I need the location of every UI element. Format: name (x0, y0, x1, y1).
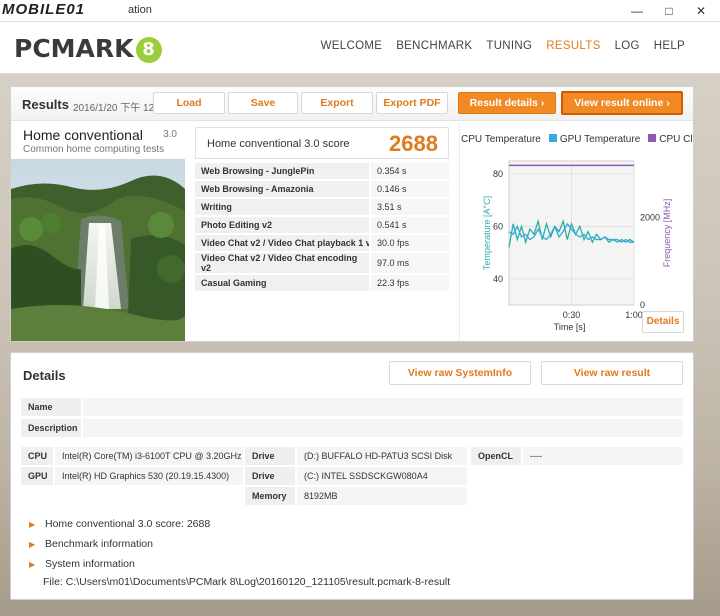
opencl-label: OpenCL (471, 447, 521, 465)
overall-score: Home conventional 3.0 score 2688 (195, 127, 449, 159)
subscore-value: 30.0 fps (369, 235, 449, 251)
export-button[interactable]: Export (301, 92, 373, 114)
drive-label: Drive (245, 467, 295, 485)
nav-help[interactable]: HELP (647, 40, 692, 52)
benchmark-image (11, 159, 185, 341)
subscore-value: 0.146 s (369, 181, 449, 197)
main-nav: WELCOME BENCHMARK TUNING RESULTS LOG HEL… (314, 40, 692, 52)
chevron-right-icon: ▶ (29, 520, 36, 529)
y2-axis-label: Frequency [MHz] (662, 199, 672, 268)
y-tick-label: 60 (493, 221, 503, 231)
view-raw-result-button[interactable]: View raw result (541, 361, 683, 385)
nav-log[interactable]: LOG (608, 40, 647, 52)
gpu-label: GPU (21, 467, 53, 485)
view-result-online-button[interactable]: View result online › (561, 91, 683, 115)
view-raw-systeminfo-button[interactable]: View raw SystemInfo (389, 361, 531, 385)
table-row: Web Browsing - Amazonia 0.146 s (195, 181, 449, 197)
load-button[interactable]: Load (153, 92, 225, 114)
table-row: Casual Gaming 22.3 fps (195, 275, 449, 291)
subscore-name: Writing (195, 199, 369, 215)
benchmark-subtitle: Common home computing tests (23, 144, 165, 155)
subscore-name: Video Chat v2 / Video Chat playback 1 v (195, 235, 369, 251)
nav-tuning[interactable]: TUNING (479, 40, 539, 52)
cpu-label: CPU (21, 447, 53, 465)
drive-label: Drive (245, 447, 295, 465)
y2-tick-label: 0 (640, 300, 645, 310)
table-row: Writing 3.51 s (195, 199, 449, 215)
results-title: Results (22, 97, 69, 112)
app-header: PCMARK 8 WELCOME BENCHMARK TUNING RESULTS… (0, 22, 720, 74)
subscore-value: 0.541 s (369, 217, 449, 233)
table-row: Web Browsing - JunglePin 0.354 s (195, 163, 449, 179)
x-tick-label: 0:30 (563, 310, 581, 320)
file-path: File: C:\Users\m01\Documents\PCMark 8\Lo… (43, 576, 451, 588)
cpu-value: Intel(R) Core(TM) i3-6100T CPU @ 3.20GHz (55, 447, 243, 465)
minimize-icon[interactable]: — (627, 3, 647, 19)
subscore-name: Web Browsing - JunglePin (195, 163, 369, 179)
benchmark-card: Home conventional 3.0 Common home comput… (11, 123, 185, 341)
chevron-right-icon: ▶ (29, 540, 36, 549)
x-axis-label: Time [s] (554, 322, 586, 332)
chart-svg: 80 60 40 2000 0 0:30 1:00 Time [s] Temperature [… (482, 160, 672, 332)
memory-label: Memory (245, 487, 295, 505)
expander-system-info[interactable]: ▶ System information (21, 556, 683, 573)
details-title: Details (23, 368, 66, 383)
save-button[interactable]: Save (228, 92, 298, 114)
window-title: ation (128, 4, 152, 16)
expander-score[interactable]: ▶ Home conventional 3.0 score: 2688 (21, 516, 683, 533)
pcmark-logo: PCMARK 8 (14, 34, 162, 63)
gpu-value: Intel(R) HD Graphics 530 (20.19.15.4300) (55, 467, 243, 485)
y2-tick-label: 2000 (640, 213, 660, 223)
benchmark-version: 3.0 (163, 129, 177, 140)
table-row: Video Chat v2 / Video Chat encoding v2 97… (195, 253, 449, 273)
nav-benchmark[interactable]: BENCHMARK (389, 40, 479, 52)
name-value (83, 398, 683, 416)
results-panel: Results 2016/1/20 下午 12:42 Load Save Exp… (10, 86, 694, 342)
chevron-right-icon: › (666, 97, 670, 109)
nav-results[interactable]: RESULTS (539, 40, 607, 52)
maximize-icon[interactable]: □ (659, 3, 679, 19)
subscore-name: Video Chat v2 / Video Chat encoding v2 (195, 253, 369, 273)
subscore-value: 0.354 s (369, 163, 449, 179)
chevron-right-icon: › (540, 97, 545, 109)
subscore-value: 3.51 s (369, 199, 449, 215)
description-value (83, 419, 683, 437)
memory-value: 8192MB (297, 487, 467, 505)
name-label: Name (21, 398, 81, 416)
monitoring-chart: CPU Temperature GPU Temperature CPU Cl 80 6… (459, 123, 693, 341)
y-tick-label: 40 (493, 274, 503, 284)
opencl-value: ---- (523, 447, 683, 465)
subscore-table: Web Browsing - JunglePin 0.354 s Web Brow… (195, 161, 449, 293)
y-axis-label: Temperature [A°C] (482, 196, 492, 270)
subscore-name: Casual Gaming (195, 275, 369, 291)
drive1-value: (D:) BUFFALO HD-PATU3 SCSI Disk Device (297, 447, 467, 479)
nav-welcome[interactable]: WELCOME (314, 40, 390, 52)
window-titlebar: MOBILE01 ation — □ ✕ (0, 0, 720, 22)
details-panel: Details View raw SystemInfo View raw res… (10, 352, 694, 600)
details-button[interactable]: Details (642, 311, 684, 333)
score-label: Home conventional 3.0 score (207, 138, 350, 150)
chevron-right-icon: ▶ (29, 560, 36, 569)
y-tick-label: 80 (493, 169, 503, 179)
expander-benchmark-info[interactable]: ▶ Benchmark information (21, 536, 683, 553)
description-label: Description (21, 419, 81, 437)
subscore-name: Photo Editing v2 (195, 217, 369, 233)
x-tick-label: 1:00 (625, 310, 643, 320)
drive2-value: (C:) INTEL SSDSCKGW080A4 (297, 467, 467, 485)
benchmark-name: Home conventional (23, 127, 143, 143)
table-row: Photo Editing v2 0.541 s (195, 217, 449, 233)
export-pdf-button[interactable]: Export PDF (376, 92, 448, 114)
score-value: 2688 (389, 131, 438, 156)
subscore-value: 97.0 ms (369, 253, 449, 273)
table-row: Video Chat v2 / Video Chat playback 1 v3… (195, 235, 449, 251)
results-toolbar: Results 2016/1/20 下午 12:42 Load Save Exp… (11, 87, 693, 121)
close-icon[interactable]: ✕ (691, 3, 711, 19)
result-details-button[interactable]: Result details › (458, 92, 556, 114)
subscore-name: Web Browsing - Amazonia (195, 181, 369, 197)
watermark-logo: MOBILE01 (2, 1, 86, 18)
subscore-value: 22.3 fps (369, 275, 449, 291)
